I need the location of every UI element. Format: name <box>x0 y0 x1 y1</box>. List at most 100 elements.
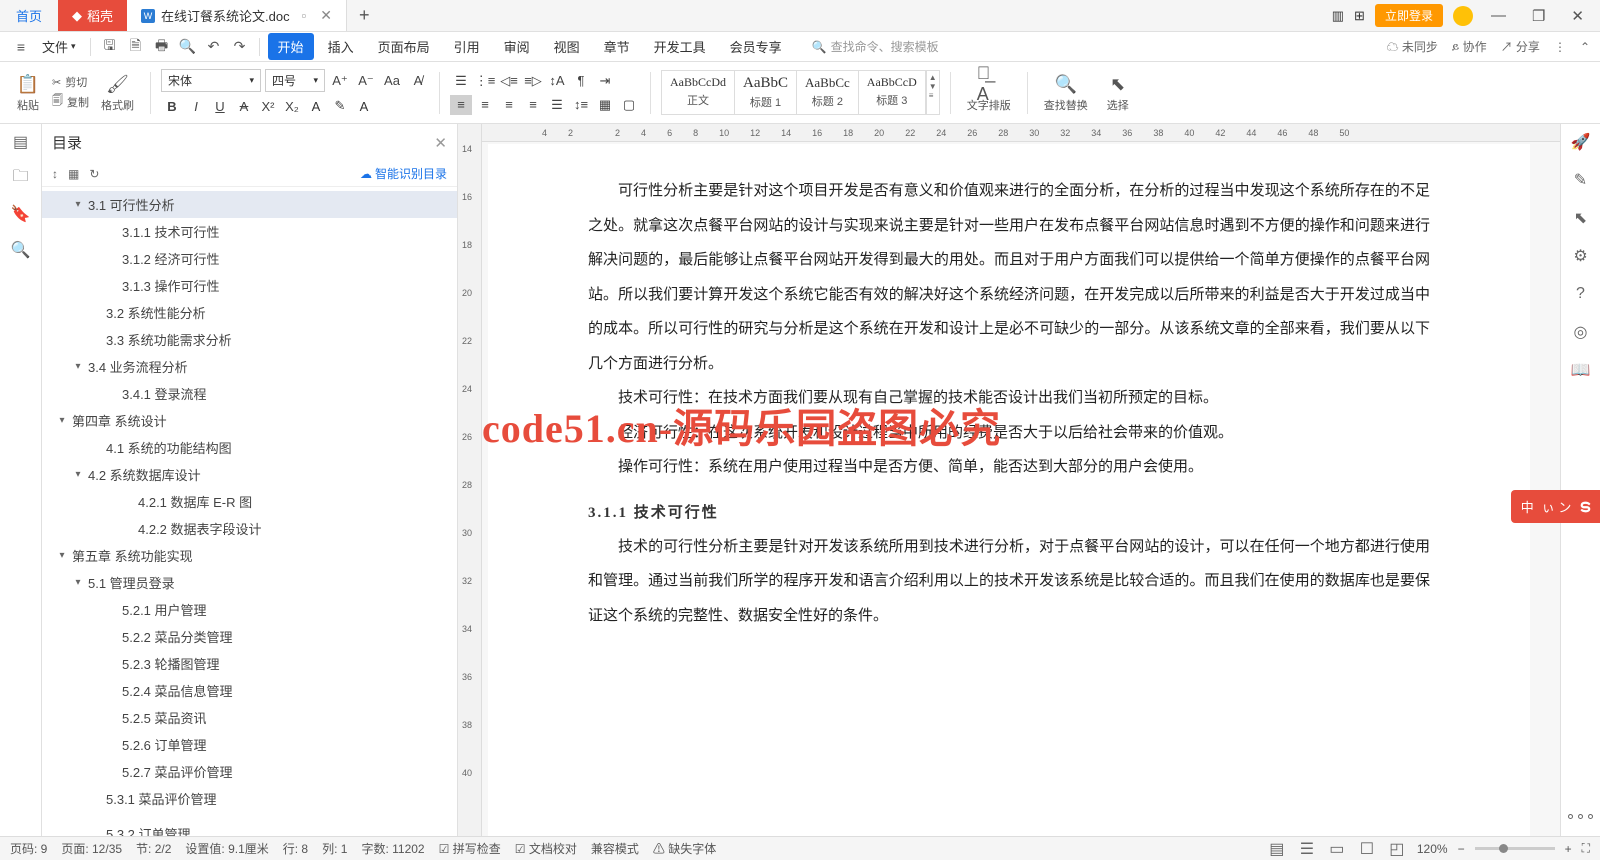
zoom-slider[interactable] <box>1475 847 1555 850</box>
zoom-value[interactable]: 120% <box>1417 842 1448 856</box>
format-painter[interactable]: 🖌 格式刷 <box>95 72 140 113</box>
tree-item[interactable]: 5.2.5 菜品资讯 <box>42 704 457 731</box>
align-left-icon[interactable]: ≡ <box>450 95 472 115</box>
align-justify-icon[interactable]: ≡ <box>522 95 544 115</box>
tree-caret-icon[interactable]: ▾ <box>56 415 68 426</box>
pointer-icon[interactable]: ⬉ <box>1571 208 1591 228</box>
tab-home[interactable]: 首页 <box>0 0 58 31</box>
search-panel-icon[interactable]: 🔍 <box>11 240 31 260</box>
status-compat[interactable]: 兼容模式 <box>591 840 639 857</box>
apps-icon[interactable]: ⊞ <box>1354 8 1365 24</box>
collapse-ribbon-icon[interactable]: ⌃ <box>1580 40 1590 54</box>
view-read-icon[interactable]: ☐ <box>1357 839 1377 859</box>
status-row[interactable]: 行: 8 <box>283 840 308 857</box>
decrease-indent-icon[interactable]: ◁≡ <box>498 71 520 91</box>
highlight-button[interactable]: ✎ <box>329 96 351 116</box>
tree-item[interactable]: 5.2.2 菜品分类管理 <box>42 623 457 650</box>
settings-icon[interactable]: ⚙ <box>1571 246 1591 266</box>
tree-item[interactable]: 3.2 系统性能分析 <box>42 299 457 326</box>
file-menu[interactable]: 文件▾ <box>36 37 82 56</box>
find-replace-button[interactable]: 🔍查找替换 <box>1038 72 1094 113</box>
vertical-ruler[interactable]: 1416182022242628303234363840 <box>458 124 482 836</box>
text-layout-button[interactable]: 文̲A文字排版 <box>961 72 1017 113</box>
tree-caret-icon[interactable]: ▾ <box>56 550 68 561</box>
increase-font-icon[interactable]: A⁺ <box>329 71 351 91</box>
tree-caret-icon[interactable]: ▾ <box>72 577 84 588</box>
status-spell[interactable]: ☑ 拼写检查 <box>439 840 501 857</box>
status-page-no[interactable]: 页码: 9 <box>10 840 47 857</box>
tree-caret-icon[interactable]: ▾ <box>72 361 84 372</box>
borders-icon[interactable]: ▢ <box>618 95 640 115</box>
distribute-icon[interactable]: ☰ <box>546 95 568 115</box>
outline-expand-icon[interactable]: ↕ <box>52 167 58 181</box>
copy-button[interactable]: 🗐 复制 <box>52 92 89 111</box>
command-search[interactable]: 🔍查找命令、搜索模板 <box>812 38 939 55</box>
outline-tree[interactable]: ▾3.1 可行性分析3.1.1 技术可行性3.1.2 经济可行性3.1.3 操作… <box>42 187 457 836</box>
marks-icon[interactable]: ¶ <box>570 71 592 91</box>
outline-icon[interactable]: ▤ <box>11 132 31 152</box>
clear-format-icon[interactable]: A̸ <box>407 71 429 91</box>
status-col[interactable]: 列: 1 <box>322 840 347 857</box>
page-content[interactable]: 可行性分析主要是针对这个项目开发是否有意义和价值观来进行的全面分析，在分析的过程… <box>488 144 1530 836</box>
tree-item[interactable]: 5.2.1 用户管理 <box>42 596 457 623</box>
new-tab-button[interactable]: + <box>347 5 382 26</box>
collab-button[interactable]: ይ 协作 <box>1452 38 1487 55</box>
align-right-icon[interactable]: ≡ <box>498 95 520 115</box>
line-spacing-icon[interactable]: ↕≡ <box>570 95 592 115</box>
horizontal-ruler[interactable]: 4224681012141618202224262830323436384042… <box>482 124 1560 142</box>
tree-item[interactable]: 5.2.7 菜品评价管理 <box>42 758 457 785</box>
superscript-button[interactable]: X² <box>257 96 279 116</box>
tree-item[interactable]: 3.4.1 登录流程 <box>42 380 457 407</box>
status-page[interactable]: 页面: 12/35 <box>61 840 122 857</box>
tree-item[interactable]: ▾4.2 系统数据库设计 <box>42 461 457 488</box>
tab-document[interactable]: W 在线订餐系统论文.doc ▫ ✕ <box>127 0 347 31</box>
cut-button[interactable]: ✂ 剪切 <box>52 74 89 90</box>
rocket-icon[interactable]: 🚀 <box>1571 132 1591 152</box>
tree-item[interactable]: 5.2.4 菜品信息管理 <box>42 677 457 704</box>
tree-caret-icon[interactable]: ▾ <box>72 199 84 210</box>
tree-item[interactable]: 3.1.2 经济可行性 <box>42 245 457 272</box>
tree-item[interactable]: ▾第五章 系统功能实现 <box>42 542 457 569</box>
view-focus-icon[interactable]: ◰ <box>1387 839 1407 859</box>
font-bg-button[interactable]: A <box>353 96 375 116</box>
style-h1[interactable]: AaBbC标题 1 <box>735 71 797 114</box>
hamburger-icon[interactable]: ≡ <box>10 36 32 58</box>
share-button[interactable]: ↗ 分享 <box>1501 38 1540 55</box>
tree-item[interactable]: 5.2.6 订单管理 <box>42 731 457 758</box>
login-button[interactable]: 立即登录 <box>1375 4 1443 27</box>
tab-pagelayout[interactable]: 页面布局 <box>368 33 440 60</box>
font-size-select[interactable]: 四号▾ <box>265 69 325 92</box>
avatar[interactable] <box>1453 6 1473 26</box>
status-proof[interactable]: ☑ 文档校对 <box>515 840 577 857</box>
save-icon[interactable]: 🖫 <box>99 36 121 58</box>
tab-popout-icon[interactable]: ▫ <box>302 8 307 23</box>
tree-caret-icon[interactable]: ▾ <box>72 469 84 480</box>
tree-item[interactable]: ▾3.1 可行性分析 <box>42 191 457 218</box>
tree-item[interactable]: 5.2.3 轮播图管理 <box>42 650 457 677</box>
sync-status[interactable]: ☁ 未同步 <box>1386 38 1437 55</box>
shading-icon[interactable]: ▦ <box>594 95 616 115</box>
align-center-icon[interactable]: ≡ <box>474 95 496 115</box>
folder-icon[interactable]: 🗀 <box>11 168 31 188</box>
tree-item[interactable]: ▾5.1 管理员登录 <box>42 569 457 596</box>
dots-icon[interactable]: ∘∘∘ <box>1571 806 1591 826</box>
number-list-icon[interactable]: ⋮≡ <box>474 71 496 91</box>
tab-section[interactable]: 章节 <box>594 33 640 60</box>
layout-icon[interactable]: ▥ <box>1332 8 1344 24</box>
tab-review[interactable]: 审阅 <box>494 33 540 60</box>
style-h3[interactable]: AaBbCcD标题 3 <box>859 71 926 114</box>
tree-item[interactable]: 5.3.1 菜品评价管理 <box>42 785 457 812</box>
close-button[interactable]: ✕ <box>1563 7 1592 25</box>
outline-collapse-icon[interactable]: ▦ <box>68 167 79 181</box>
view-page-icon[interactable]: ▤ <box>1267 839 1287 859</box>
tab-member[interactable]: 会员专享 <box>720 33 792 60</box>
status-chars[interactable]: 字数: 11202 <box>361 840 424 857</box>
outline-refresh-icon[interactable]: ↻ <box>89 167 99 181</box>
underline-button[interactable]: U <box>209 96 231 116</box>
print-preview-icon[interactable]: 🔍 <box>177 36 199 58</box>
tree-item[interactable] <box>42 812 457 820</box>
tree-item[interactable]: ▾3.4 业务流程分析 <box>42 353 457 380</box>
zoom-in-button[interactable]: + <box>1565 842 1572 856</box>
status-setval[interactable]: 设置值: 9.1厘米 <box>185 840 268 857</box>
font-color-button[interactable]: A <box>305 96 327 116</box>
